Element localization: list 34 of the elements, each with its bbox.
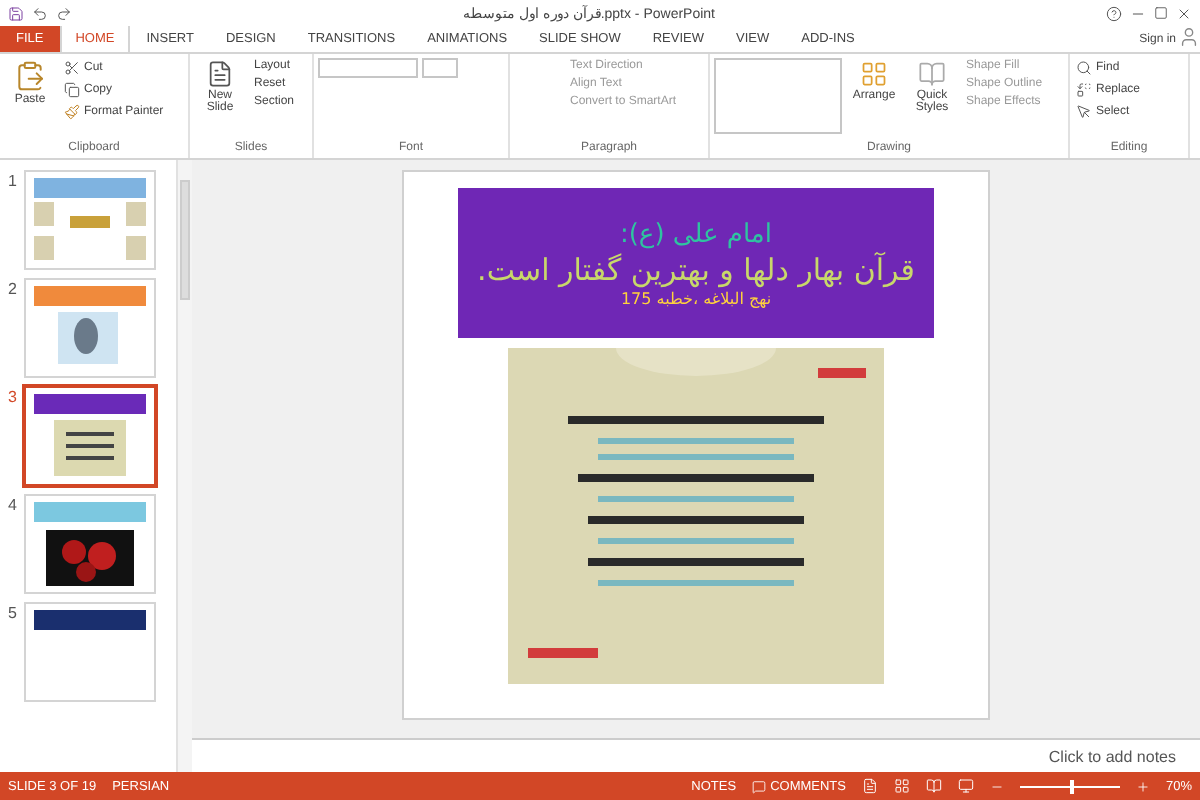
sorter-view-icon [893,778,910,794]
slide-icon [206,60,234,88]
redo-icon [56,5,72,21]
zoom-in-icon [1135,779,1150,793]
arrange-icon [860,60,888,88]
slide-source: نهج البلاغه ،خطبه 175 [620,289,772,307]
slide-heading: امام علی (ع): [619,219,773,249]
scrollbar-thumb[interactable] [180,180,190,300]
paintbrush-icon [64,104,80,120]
slideshow-icon [957,778,974,794]
notes-placeholder[interactable]: Click to add notes [1048,747,1176,765]
pointer-icon [1076,104,1092,120]
copy-icon [64,82,80,98]
search-icon [1076,60,1092,76]
help-icon [1106,5,1122,21]
slide-headline: قرآن بهار دلها و بهترین گفتار است. [477,251,915,287]
user-icon [1178,26,1200,48]
slide-number: 4 [8,496,19,518]
slide-number: 3 [8,388,19,410]
save-icon [8,5,24,21]
close-icon [1176,5,1192,21]
styles-icon [918,60,946,88]
slide-number: 1 [8,172,19,194]
slide-number: 5 [8,604,19,626]
paste-icon [14,60,46,92]
font-name-field[interactable] [318,58,418,78]
normal-view-icon [861,778,878,794]
scissors-icon [64,60,80,76]
comment-icon [752,779,767,793]
reading-view-icon [925,778,942,794]
font-size-field[interactable] [422,58,458,78]
undo-icon [32,5,48,21]
maximize-icon [1154,6,1168,20]
slide-number: 2 [8,280,19,302]
